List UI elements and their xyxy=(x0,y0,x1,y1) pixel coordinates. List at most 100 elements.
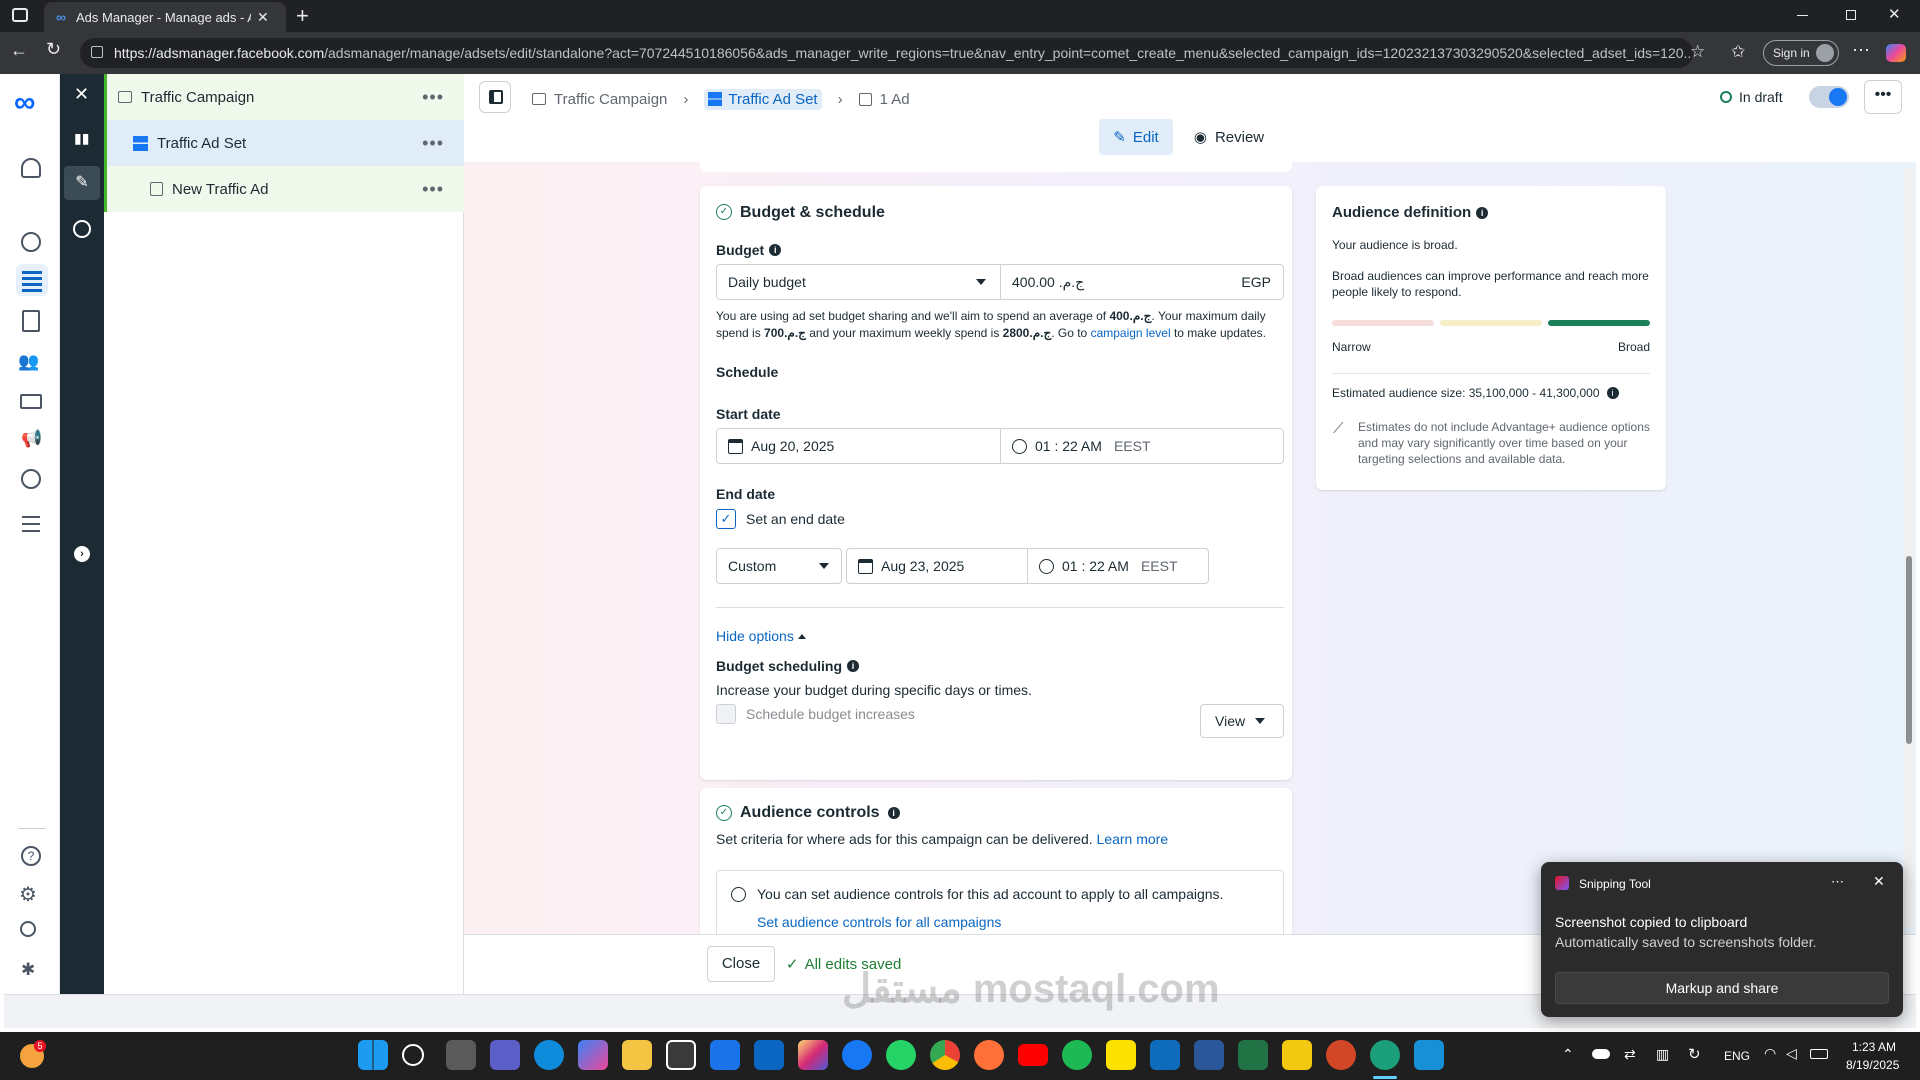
audio-tool-icon[interactable]: ▥ xyxy=(1656,1046,1669,1063)
campaigns-table-icon[interactable] xyxy=(16,264,48,296)
info-icon[interactable]: i xyxy=(887,807,900,819)
power-bi-icon[interactable] xyxy=(1282,1040,1312,1070)
toast-more-icon[interactable]: ⋯ xyxy=(1831,874,1844,890)
volume-icon[interactable]: ◁ xyxy=(1786,1045,1797,1062)
budget-amount-input[interactable]: ج.م.‏ 400.00 EGP xyxy=(1000,264,1284,300)
tree-ad[interactable]: New Traffic Ad ••• xyxy=(104,166,464,212)
history-clock-icon[interactable] xyxy=(73,220,91,238)
account-overview-icon[interactable] xyxy=(21,232,41,252)
tree-adset[interactable]: Traffic Ad Set ••• xyxy=(104,120,464,166)
sign-in-button[interactable]: Sign in xyxy=(1763,40,1839,66)
meta-logo-icon[interactable]: ∞ xyxy=(14,88,35,118)
copilot-icon[interactable] xyxy=(1886,44,1906,62)
end-mode-select[interactable]: Custom xyxy=(716,548,842,584)
learn-more-link[interactable]: Learn more xyxy=(1097,831,1169,847)
instagram-icon[interactable] xyxy=(798,1040,828,1070)
close-editor-icon[interactable]: ✕ xyxy=(74,84,89,105)
clock-date[interactable]: 8/19/2025 xyxy=(1846,1058,1899,1072)
end-date-input[interactable]: Aug 23, 2025 xyxy=(846,548,1028,584)
settings-gear-icon[interactable]: ⚙ xyxy=(19,882,37,907)
favorites-icon[interactable]: ✩ xyxy=(1731,42,1745,62)
menu-icon[interactable] xyxy=(22,516,40,532)
tray-chevron-icon[interactable]: ⌃ xyxy=(1562,1046,1574,1063)
network-icon[interactable]: ⇄ xyxy=(1624,1046,1636,1063)
tree-campaign[interactable]: Traffic Campaign ••• xyxy=(104,74,464,120)
snipping-tool-icon[interactable] xyxy=(1414,1040,1444,1070)
site-info-icon[interactable] xyxy=(91,46,103,58)
facebook-icon[interactable] xyxy=(842,1040,872,1070)
set-audience-controls-link[interactable]: Set audience controls for all campaigns xyxy=(757,914,1001,930)
edge-icon[interactable] xyxy=(534,1040,564,1070)
reload-icon[interactable]: ↻ xyxy=(46,39,61,60)
adset-more-icon[interactable]: ••• xyxy=(422,133,444,154)
mode-edit-button[interactable]: ✎ Edit xyxy=(1099,119,1173,155)
info-icon[interactable]: i xyxy=(1606,387,1619,399)
help-icon[interactable]: ? xyxy=(21,846,41,866)
audiences-icon[interactable]: 👥 xyxy=(18,352,39,372)
notifications-bell-icon[interactable] xyxy=(21,158,41,178)
reports-icon[interactable] xyxy=(22,310,40,332)
performance-chart-icon[interactable]: ▮▮ xyxy=(74,130,89,147)
close-button[interactable]: Close xyxy=(707,946,775,982)
ad-more-icon[interactable]: ••• xyxy=(422,179,444,200)
new-tab-icon[interactable]: + xyxy=(296,3,309,29)
teams-icon[interactable] xyxy=(490,1040,520,1070)
info-icon[interactable]: i xyxy=(1476,206,1489,219)
breadcrumb-adset[interactable]: Traffic Ad Set xyxy=(704,88,822,110)
on-off-toggle[interactable] xyxy=(1809,86,1849,108)
billing-card-icon[interactable] xyxy=(20,394,42,409)
start-time-input[interactable]: 01 : 22 AM EEST xyxy=(1000,428,1284,464)
info-icon[interactable]: i xyxy=(847,660,859,672)
linkedin-icon[interactable] xyxy=(754,1040,784,1070)
breadcrumb-ad[interactable]: 1 Ad xyxy=(880,91,910,108)
toast-close-icon[interactable]: ✕ xyxy=(1873,873,1885,890)
info-icon[interactable]: i xyxy=(769,244,782,256)
hide-options-link[interactable]: Hide options xyxy=(716,628,806,644)
outlook-icon[interactable] xyxy=(1150,1040,1180,1070)
start-date-input[interactable]: Aug 20, 2025 xyxy=(716,428,1001,464)
close-window-icon[interactable]: ✕ xyxy=(1888,5,1901,23)
bookmark-star-icon[interactable]: ☆ xyxy=(1690,42,1705,62)
scrollbar-thumb[interactable] xyxy=(1906,556,1912,744)
bug-report-icon[interactable]: ✱ xyxy=(21,960,35,980)
minimize-icon[interactable] xyxy=(1797,15,1808,16)
view-dropdown-button[interactable]: View xyxy=(1200,704,1284,738)
sticky-notes-icon[interactable] xyxy=(1106,1040,1136,1070)
address-bar[interactable]: https://adsmanager.facebook.com/adsmanag… xyxy=(80,38,1693,68)
campaign-level-link[interactable]: campaign level xyxy=(1091,326,1171,340)
business-tools-icon[interactable] xyxy=(21,469,41,489)
wifi-icon[interactable]: ◠ xyxy=(1764,1045,1776,1062)
window-menu-icon[interactable] xyxy=(12,8,28,22)
mode-review-button[interactable]: ◉ Review xyxy=(1186,119,1272,155)
search-icon[interactable] xyxy=(20,921,36,937)
language-indicator[interactable]: ENG xyxy=(1724,1049,1750,1063)
onedrive-icon[interactable] xyxy=(1592,1049,1610,1059)
clock-time[interactable]: 1:23 AM xyxy=(1852,1040,1896,1054)
youtube-icon[interactable] xyxy=(1018,1044,1048,1066)
chrome-icon[interactable] xyxy=(930,1040,960,1070)
copilot-icon[interactable] xyxy=(578,1040,608,1070)
excel-icon[interactable] xyxy=(1238,1040,1268,1070)
breadcrumb-campaign[interactable]: Traffic Campaign xyxy=(554,91,667,108)
campaign-more-icon[interactable]: ••• xyxy=(422,87,444,108)
sync-icon[interactable]: ↻ xyxy=(1688,1045,1701,1063)
markup-share-button[interactable]: Markup and share xyxy=(1555,972,1889,1004)
close-tab-icon[interactable]: ✕ xyxy=(257,9,269,26)
start-icon[interactable] xyxy=(358,1040,388,1070)
search-icon[interactable] xyxy=(402,1044,424,1066)
schedule-increases-checkbox[interactable]: Schedule budget increases xyxy=(716,704,915,724)
budget-type-select[interactable]: Daily budget xyxy=(716,264,1001,300)
scrollbar-track[interactable] xyxy=(1904,168,1914,928)
restore-icon[interactable] xyxy=(1846,10,1856,20)
whatsapp-icon[interactable] xyxy=(886,1040,916,1070)
firefox-icon[interactable] xyxy=(974,1040,1004,1070)
file-explorer-icon[interactable] xyxy=(622,1040,652,1070)
browser-tab[interactable]: ∞ Ads Manager - Manage ads - Ad ✕ xyxy=(44,2,286,32)
edge-active-icon[interactable] xyxy=(1370,1040,1400,1070)
word-icon[interactable] xyxy=(1194,1040,1224,1070)
task-view-icon[interactable] xyxy=(446,1040,476,1070)
store-icon[interactable] xyxy=(666,1040,696,1070)
more-options-button[interactable]: ••• xyxy=(1864,80,1902,114)
mail-icon[interactable] xyxy=(710,1040,740,1070)
back-icon[interactable]: ← xyxy=(10,40,28,61)
